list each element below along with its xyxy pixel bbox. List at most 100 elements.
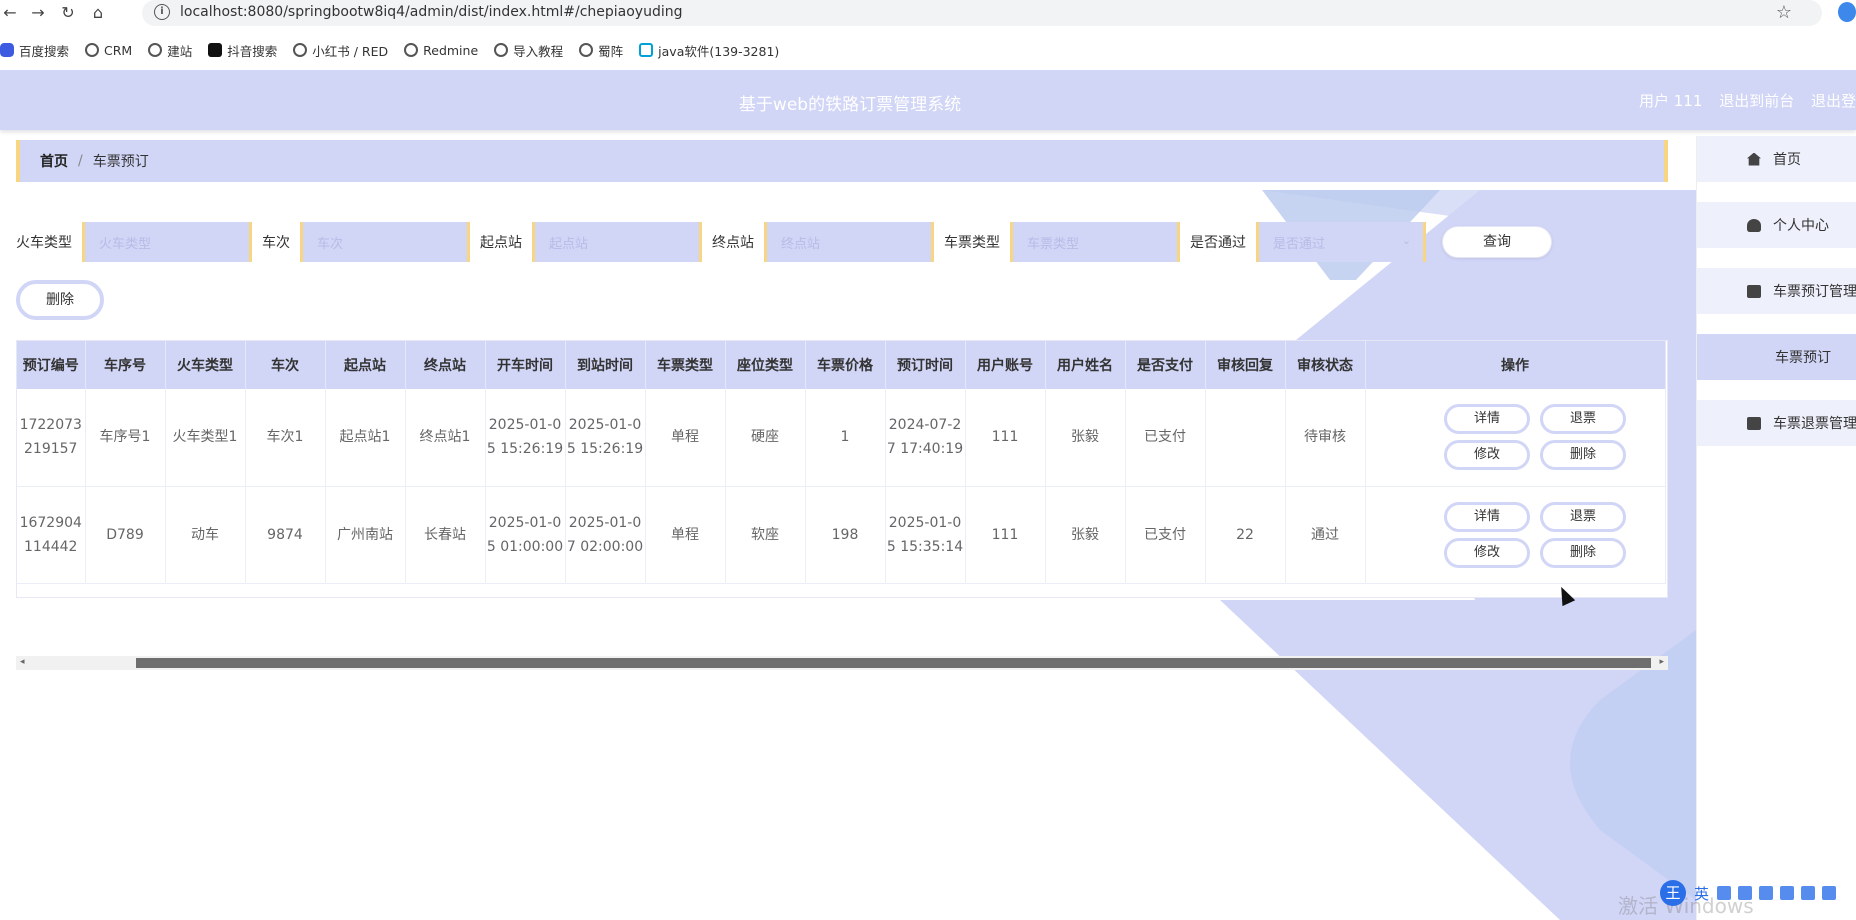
cell-review-status: 待审核	[1285, 389, 1366, 487]
cell-user-account: 111	[965, 486, 1046, 584]
bookmark-java-software[interactable]: java软件(139-3281)	[639, 41, 779, 60]
cell-arrive-time: 2025-01-05 15:26:19	[565, 389, 646, 487]
train-number-input[interactable]: 车次	[300, 222, 470, 262]
scroll-left-arrow-icon[interactable]: ◂	[20, 657, 25, 667]
cell-price: 198	[805, 486, 886, 584]
app-title: 基于web的铁路订票管理系统	[738, 95, 962, 115]
user-label: 用户 111	[1639, 92, 1703, 110]
col-end-station: 终点站	[405, 341, 486, 389]
exit-to-front-link[interactable]: 退出到前台	[1719, 92, 1794, 110]
ime-keyboard-icon[interactable]	[1780, 886, 1795, 900]
refund-button[interactable]: 退票	[1540, 404, 1626, 435]
approved-label: 是否通过	[1190, 235, 1246, 251]
forward-icon[interactable]: →	[28, 3, 48, 23]
col-car-seq: 车序号	[85, 341, 166, 389]
globe-icon	[85, 43, 100, 57]
bookmark-star-icon[interactable]: ☆	[1776, 2, 1792, 23]
bookmark-baidu[interactable]: 百度搜索	[0, 41, 69, 60]
cell-train-number: 车次1	[245, 389, 326, 487]
detail-button[interactable]: 详情	[1444, 501, 1530, 532]
logout-link[interactable]: 退出登	[1811, 92, 1856, 110]
table-horizontal-scrollbar[interactable]: ◂ ▸	[16, 656, 1668, 670]
search-form: 火车类型 火车类型 车次 车次 起点站 起点站 终点站 终点站 车票类型 车票类…	[16, 222, 1552, 262]
ticket-type-input[interactable]: 车票类型	[1010, 222, 1180, 262]
bookmarks-bar: 百度搜索 CRM 建站 抖音搜索 小红书 / RED Redmine 导入教程 …	[0, 36, 1856, 64]
cell-review-reply: 22	[1205, 486, 1286, 584]
bookmark-xiaohongshu[interactable]: 小红书 / RED	[293, 41, 388, 60]
table-row: 1722073219157 车序号1 火车类型1 车次1 起点站1 终点站1 2…	[17, 389, 1666, 487]
ime-pen-icon[interactable]	[1738, 886, 1753, 900]
refund-button[interactable]: 退票	[1540, 501, 1626, 532]
bookmark-crm[interactable]: CRM	[85, 43, 132, 58]
cell-paid: 已支付	[1125, 486, 1206, 584]
sidebar-item-booking-management[interactable]: 车票预订管理	[1697, 268, 1856, 314]
header-user-area: 用户 111 退出到前台 退出登	[1627, 90, 1856, 111]
back-icon[interactable]: ←	[0, 3, 20, 23]
delete-button[interactable]: 删除	[1540, 537, 1626, 568]
globe-icon	[404, 43, 419, 57]
ime-skin-icon[interactable]	[1801, 886, 1816, 900]
sidebar-item-personal-center[interactable]: 个人中心	[1697, 202, 1856, 248]
breadcrumb-home[interactable]: 首页	[40, 151, 68, 171]
baidu-icon	[0, 43, 14, 57]
site-info-icon[interactable]: i	[154, 4, 170, 20]
cell-user-name: 张毅	[1045, 389, 1126, 487]
address-bar[interactable]: i localhost:8080/springbootw8iq4/admin/d…	[142, 0, 1822, 26]
sidebar-item-booking[interactable]: 车票预订	[1697, 334, 1856, 380]
end-station-input[interactable]: 终点站	[764, 222, 934, 262]
cell-ticket-type: 单程	[645, 389, 726, 487]
reload-icon[interactable]: ↻	[58, 3, 78, 23]
query-button[interactable]: 查询	[1442, 226, 1552, 258]
cell-arrive-time: 2025-01-07 02:00:00	[565, 486, 646, 584]
bookmark-jianzhan[interactable]: 建站	[148, 41, 192, 60]
cell-depart-time: 2025-01-05 15:26:19	[485, 389, 566, 487]
home-icon[interactable]: ⌂	[88, 3, 108, 23]
globe-icon	[148, 43, 163, 57]
app-header: 基于web的铁路订票管理系统 用户 111 退出到前台 退出登	[0, 70, 1856, 130]
start-station-input[interactable]: 起点站	[532, 222, 702, 262]
edit-button[interactable]: 修改	[1444, 440, 1530, 471]
bookmark-douyin[interactable]: 抖音搜索	[208, 41, 277, 60]
col-seat-type: 座位类型	[725, 341, 806, 389]
ime-logo-icon[interactable]: 王	[1660, 880, 1686, 906]
edit-button[interactable]: 修改	[1444, 537, 1530, 568]
train-type-input[interactable]: 火车类型	[82, 222, 252, 262]
ime-scissors-icon[interactable]	[1759, 886, 1774, 900]
cell-depart-time: 2025-01-05 01:00:00	[485, 486, 566, 584]
detail-button[interactable]: 详情	[1444, 404, 1530, 435]
sidebar-item-label: 车票预订	[1775, 350, 1831, 366]
scroll-right-arrow-icon[interactable]: ▸	[1659, 657, 1664, 667]
train-number-label: 车次	[262, 235, 290, 251]
delete-button[interactable]: 删除	[1540, 440, 1626, 471]
sidebar-item-label: 车票退票管理	[1773, 416, 1856, 432]
ime-settings-icon[interactable]	[1822, 886, 1837, 900]
sidebar-item-refund-management[interactable]: 车票退票管理	[1697, 400, 1856, 446]
scrollbar-thumb[interactable]	[136, 658, 1651, 668]
cell-car-seq: 车序号1	[85, 389, 166, 487]
app-viewport: 基于web的铁路订票管理系统 用户 111 退出到前台 退出登 首页 / 车票预…	[0, 70, 1856, 920]
col-user-name: 用户姓名	[1045, 341, 1126, 389]
bookmark-redmine[interactable]: Redmine	[404, 43, 478, 58]
batch-delete-button[interactable]: 删除	[16, 280, 104, 320]
profile-icon[interactable]	[1838, 2, 1856, 22]
cell-seat-type: 软座	[725, 486, 806, 584]
bookmark-shuzhen[interactable]: 蜀阵	[579, 41, 623, 60]
ime-mode-toggle[interactable]: 英	[1694, 883, 1709, 904]
approved-select[interactable]: 是否通过 ⌄	[1256, 222, 1426, 262]
sidebar-item-label: 个人中心	[1773, 218, 1829, 234]
col-booking-time: 预订时间	[885, 341, 966, 389]
bookmark-import-tutorial[interactable]: 导入教程	[494, 41, 563, 60]
briefcase-icon	[1747, 416, 1761, 430]
browser-toolbar: ← → ↻ ⌂ i localhost:8080/springbootw8iq4…	[0, 0, 1856, 26]
ime-toolbar: 王 英	[1660, 878, 1856, 908]
train-type-label: 火车类型	[16, 235, 72, 251]
approved-select-placeholder: 是否通过	[1273, 236, 1326, 252]
end-station-label: 终点站	[712, 235, 754, 251]
sidebar-menu: 首页 个人中心 车票预订管理 车票预订 车票退票管理	[1696, 136, 1856, 920]
bilibili-icon	[639, 43, 654, 57]
booking-table: 预订编号 车序号 火车类型 车次 起点站 终点站 开车时间 到站时间 车票类型 …	[16, 340, 1668, 598]
ime-punctuation-icon[interactable]	[1717, 886, 1732, 900]
sidebar-item-home[interactable]: 首页	[1697, 136, 1856, 182]
col-train-number: 车次	[245, 341, 326, 389]
url-text[interactable]: localhost:8080/springbootw8iq4/admin/dis…	[180, 4, 683, 20]
